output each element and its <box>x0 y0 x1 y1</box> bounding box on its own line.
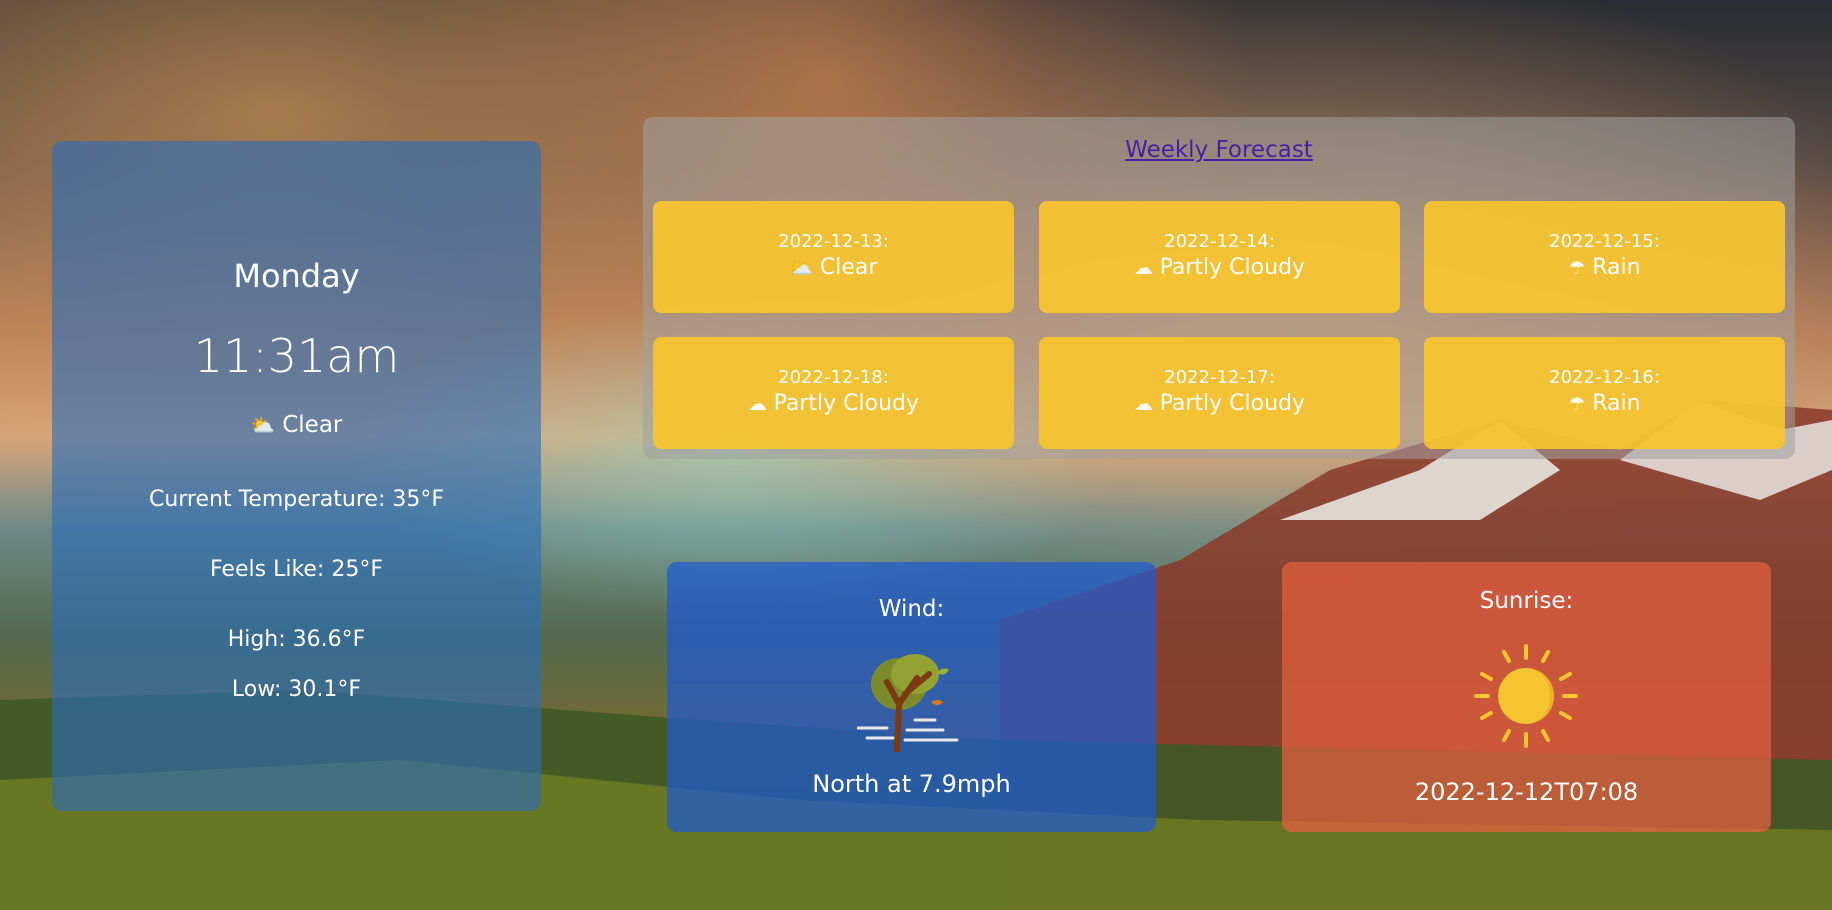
current-day: Monday <box>233 257 360 295</box>
forecast-condition-label: Clear <box>819 255 878 280</box>
current-condition: ⛅ Clear <box>52 412 541 438</box>
forecast-date: 2022-12-17: <box>1164 367 1275 388</box>
wind-label: Wind: <box>878 596 945 622</box>
forecast-condition: ☁ Partly Cloudy <box>653 391 1014 416</box>
forecast-date: 2022-12-18: <box>778 367 889 388</box>
forecast-day-card[interactable]: 2022-12-17: ☁ Partly Cloudy <box>1039 337 1400 449</box>
forecast-date: 2022-12-13: <box>778 231 889 252</box>
feels-like: Feels Like: 25°F <box>209 557 383 582</box>
sun-behind-cloud-icon: ⛅ <box>250 414 275 437</box>
cloud-icon: ☁ <box>747 394 767 415</box>
forecast-day-card[interactable]: 2022-12-13: ⛅ Clear <box>653 201 1014 313</box>
forecast-date: 2022-12-14: <box>1164 231 1275 252</box>
high-temperature: High: 36.6°F <box>227 627 366 652</box>
wind-panel: Wind: North at 7.9mph <box>667 562 1156 832</box>
current-time: 11:31am <box>193 329 400 383</box>
cloud-icon: ☁ <box>1133 394 1153 415</box>
forecast-date: 2022-12-16: <box>1549 367 1660 388</box>
forecast-condition: ☂ Rain <box>1424 391 1785 416</box>
sunrise-panel: Sunrise: 2022-12-12T07:08 <box>1282 562 1771 832</box>
low-temperature: Low: 30.1°F <box>231 677 362 702</box>
forecast-date: 2022-12-15: <box>1549 231 1660 252</box>
forecast-condition: ⛅ Clear <box>653 255 1014 280</box>
sunrise-label: Sunrise: <box>1479 588 1574 614</box>
forecast-condition-label: Rain <box>1592 391 1641 416</box>
forecast-day-card[interactable]: 2022-12-15: ☂ Rain <box>1424 201 1785 313</box>
sun-icon <box>1474 644 1578 748</box>
sun-behind-cloud-icon: ⛅ <box>789 258 813 279</box>
forecast-day-card[interactable]: 2022-12-16: ☂ Rain <box>1424 337 1785 449</box>
current-temperature: Current Temperature: 35°F <box>148 487 445 512</box>
current-condition-label: Clear <box>282 412 343 438</box>
rain-cloud-icon: ☂ <box>1568 258 1586 279</box>
forecast-day-card[interactable]: 2022-12-18: ☁ Partly Cloudy <box>653 337 1014 449</box>
wind-value: North at 7.9mph <box>812 770 1011 798</box>
forecast-condition-label: Partly Cloudy <box>773 391 920 416</box>
cloud-icon: ☁ <box>1133 258 1153 279</box>
weekly-forecast-panel: Weekly Forecast 2022-12-13: ⛅ Clear 2022… <box>643 117 1795 459</box>
forecast-day-card[interactable]: 2022-12-14: ☁ Partly Cloudy <box>1039 201 1400 313</box>
forecast-condition: ☂ Rain <box>1424 255 1785 280</box>
forecast-condition: ☁ Partly Cloudy <box>1039 255 1400 280</box>
forecast-condition: ☁ Partly Cloudy <box>1039 391 1400 416</box>
rain-cloud-icon: ☂ <box>1568 394 1586 415</box>
forecast-condition-label: Partly Cloudy <box>1159 255 1306 280</box>
forecast-condition-label: Partly Cloudy <box>1159 391 1306 416</box>
forecast-condition-label: Rain <box>1592 255 1641 280</box>
current-weather-panel: Monday 11:31am ⛅ Clear Current Temperatu… <box>52 141 541 811</box>
wind-tree-icon <box>857 654 959 752</box>
sunrise-value: 2022-12-12T07:08 <box>1414 778 1639 806</box>
weekly-forecast-link[interactable]: Weekly Forecast <box>643 137 1795 163</box>
